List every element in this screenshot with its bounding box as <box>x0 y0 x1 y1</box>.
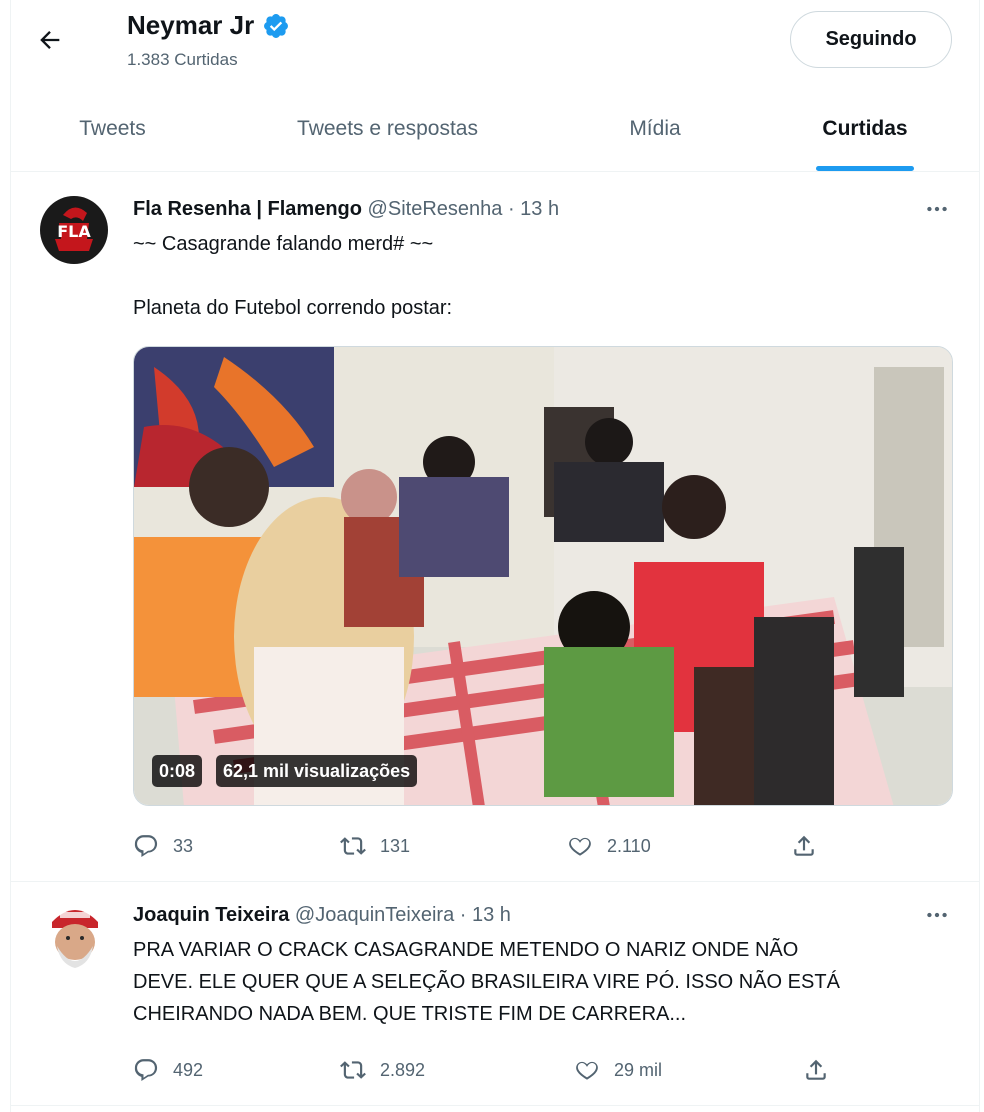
share-icon <box>806 1059 826 1080</box>
tweet-line: CHEIRANDO NADA BEM. QUE TRISTE FIM DE CA… <box>133 1003 687 1025</box>
video-duration: 0:08 <box>152 755 203 787</box>
avatar-logo-text: FLA <box>57 222 91 241</box>
tweet-actions: 33 131 2.110 <box>133 826 853 866</box>
tweet-separator: · <box>507 198 515 220</box>
reply-count: 33 <box>173 835 194 856</box>
like-icon <box>576 1061 598 1080</box>
tweet-separator: · <box>459 904 467 926</box>
tweet-author-handle[interactable]: @SiteResenha <box>368 198 503 220</box>
profile-name-text: Neymar Jr <box>127 10 255 40</box>
avatar[interactable] <box>40 898 114 972</box>
tweet-time[interactable]: 13 h <box>520 198 559 220</box>
tweet-line: ~~ Casagrande falando merd# ~~ <box>133 233 434 255</box>
retweet-icon <box>340 837 366 855</box>
video-player[interactable]: 0:08 62,1 mil visualizações <box>133 346 953 806</box>
back-arrow-icon <box>40 31 60 49</box>
more-button[interactable] <box>917 900 957 930</box>
tab-likes[interactable]: Curtidas <box>775 86 955 172</box>
tweet-line: DEVE. ELE QUER QUE A SELEÇÃO BRASILEIRA … <box>133 971 840 993</box>
tweet-author-name[interactable]: Fla Resenha | Flamengo <box>133 198 362 220</box>
like-count: 2.110 <box>607 835 651 856</box>
tweet-header: Fla Resenha | Flamengo @SiteResenha · 13… <box>133 198 559 221</box>
retweet-count: 2.892 <box>380 1059 426 1080</box>
profile-header: Neymar Jr 1.383 Curtidas Seguindo <box>0 0 984 86</box>
reply-button[interactable]: 33 <box>133 826 193 866</box>
verified-badge-icon <box>262 12 290 40</box>
like-button[interactable]: 2.110 <box>567 826 651 866</box>
share-button[interactable] <box>803 1050 829 1090</box>
tweet-item[interactable]: Joaquin Teixeira @JoaquinTeixeira · 13 h… <box>10 882 980 1106</box>
reply-button[interactable]: 492 <box>133 1050 203 1090</box>
profile-likes-count: 1.383 Curtidas <box>127 50 238 69</box>
active-tab-indicator <box>816 166 914 171</box>
share-button[interactable] <box>791 826 817 866</box>
tweet-header: Joaquin Teixeira @JoaquinTeixeira · 13 h <box>133 904 511 927</box>
more-button[interactable] <box>917 194 957 224</box>
tweet-actions: 492 2.892 29 mil <box>133 1050 853 1090</box>
profile-tabs: Tweets Tweets e respostas Mídia Curtidas <box>10 86 980 172</box>
share-icon <box>794 835 814 856</box>
like-count: 29 mil <box>614 1059 663 1080</box>
tweet-time[interactable]: 13 h <box>472 904 511 926</box>
following-button[interactable]: Seguindo <box>790 11 952 68</box>
tweet-item[interactable]: FLA Fla Resenha | Flamengo @SiteResenha … <box>10 172 980 882</box>
more-icon <box>927 912 947 918</box>
tweet-author-name[interactable]: Joaquin Teixeira <box>133 904 289 926</box>
like-icon <box>569 837 591 856</box>
video-frame <box>134 347 952 805</box>
retweet-icon <box>340 1061 366 1079</box>
tweet-author-handle[interactable]: @JoaquinTeixeira <box>295 904 454 926</box>
profile-name: Neymar Jr <box>127 10 290 41</box>
avatar[interactable]: FLA <box>37 193 111 267</box>
tab-media[interactable]: Mídia <box>570 86 740 172</box>
tweet-line: Planeta do Futebol correndo postar: <box>133 297 453 319</box>
reply-icon <box>134 1059 158 1082</box>
retweet-count: 131 <box>380 835 411 856</box>
tab-tweets-replies[interactable]: Tweets e respostas <box>225 86 550 172</box>
more-icon <box>927 206 947 212</box>
tweet-line: PRA VARIAR O CRACK CASAGRANDE METENDO O … <box>133 939 799 961</box>
back-button[interactable] <box>30 20 70 60</box>
retweet-button[interactable]: 131 <box>340 826 410 866</box>
reply-icon <box>134 835 158 858</box>
like-button[interactable]: 29 mil <box>574 1050 662 1090</box>
tab-tweets[interactable]: Tweets <box>10 86 215 172</box>
retweet-button[interactable]: 2.892 <box>340 1050 425 1090</box>
reply-count: 492 <box>173 1059 204 1080</box>
video-views: 62,1 mil visualizações <box>216 755 418 787</box>
